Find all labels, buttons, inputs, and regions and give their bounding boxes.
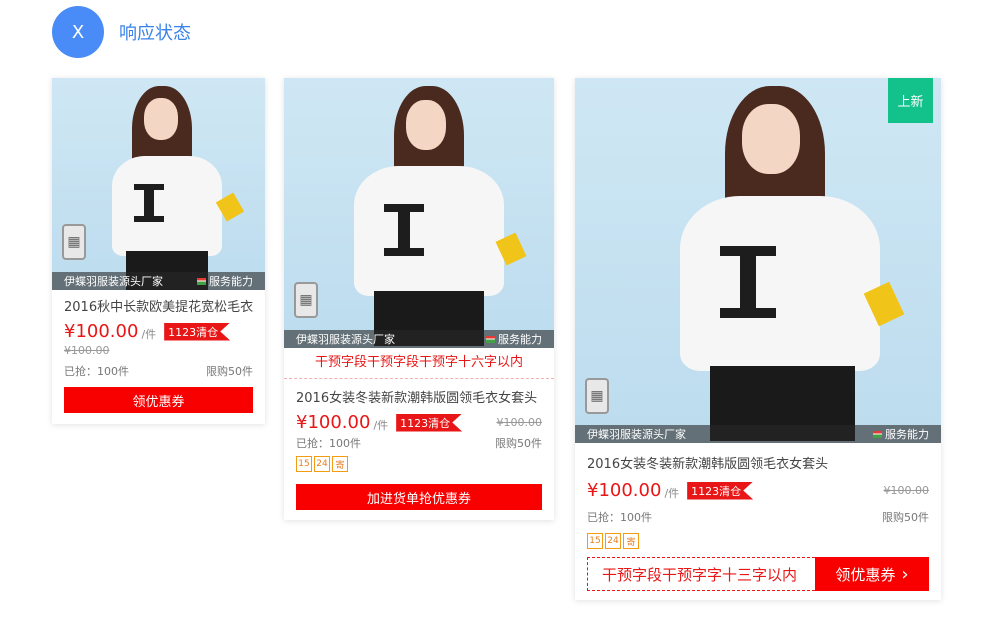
qr-phone-icon[interactable]: ▦	[585, 378, 609, 414]
coupon-combo[interactable]: 干预字段干预字字十三字以内 领优惠券 ›	[587, 557, 929, 591]
sold-count: 已抢：100件	[64, 365, 129, 378]
model-illustration	[92, 86, 252, 290]
sold-count: 已抢：100件	[296, 437, 361, 450]
purchase-limit: 限购50件	[882, 511, 929, 524]
sold-count: 已抢：100件	[587, 511, 652, 524]
price-unit: /件	[664, 487, 680, 500]
shop-bar[interactable]: 伊蝶羽服装源头厂家 服务能力	[575, 425, 941, 443]
clearance-badge: 1123清仓	[164, 322, 231, 341]
service-ability[interactable]: 服务能力	[873, 426, 929, 442]
tag-24-icon: 24	[605, 533, 621, 549]
product-image[interactable]: ▦ 伊蝶羽服装源头厂家 服务能力	[284, 78, 554, 348]
tag-15-icon: 15	[296, 456, 312, 472]
shop-bar[interactable]: 伊蝶羽服装源头厂家 服务能力	[52, 272, 265, 290]
service-tags: 15 24 寄	[296, 456, 542, 472]
product-card-large[interactable]: 上新 ▦ 伊蝶羽服装源头厂家 服务能力 2016女装冬装新款潮韩版圆领毛衣女套头…	[575, 78, 941, 600]
price: ¥100.00	[296, 412, 371, 433]
service-label: 服务能力	[209, 275, 253, 288]
service-tags: 15 24 寄	[587, 533, 929, 549]
original-price: ¥100.00	[64, 344, 110, 357]
qr-phone-icon[interactable]: ▦	[62, 224, 86, 260]
clearance-badge: 1123清仓	[396, 413, 463, 432]
service-flag-icon	[873, 430, 882, 438]
promo-notice: 干预字段干预字段干预字十六字以内	[284, 348, 554, 379]
product-card-small[interactable]: ▦ 伊蝶羽服装源头厂家 服务能力 2016秋中长款欧美提花宽松毛衣 ¥100.0…	[52, 78, 265, 424]
avatar: X	[52, 6, 104, 58]
section-title: 响应状态	[119, 23, 191, 44]
service-label: 服务能力	[885, 428, 929, 441]
model-illustration	[660, 86, 920, 441]
product-name[interactable]: 2016女装冬装新款潮韩版圆领毛衣女套头	[296, 387, 542, 406]
price-unit: /件	[373, 419, 389, 432]
chevron-right-icon: ›	[901, 563, 909, 585]
tag-15-icon: 15	[587, 533, 603, 549]
clearance-badge: 1123清仓	[687, 481, 754, 500]
section-header: X 响应状态	[52, 6, 191, 58]
tag-mail-icon: 寄	[623, 533, 639, 549]
price: ¥100.00	[64, 321, 139, 342]
product-image[interactable]: ▦ 伊蝶羽服装源头厂家 服务能力	[52, 78, 265, 290]
shop-bar[interactable]: 伊蝶羽服装源头厂家 服务能力	[284, 330, 554, 348]
get-coupon-button[interactable]: 领优惠券	[64, 387, 253, 413]
original-price: ¥100.00	[496, 416, 543, 429]
product-name[interactable]: 2016秋中长款欧美提花宽松毛衣	[64, 296, 253, 315]
shop-name[interactable]: 伊蝶羽服装源头厂家	[587, 426, 686, 442]
model-illustration	[334, 86, 534, 346]
service-flag-icon	[486, 335, 495, 343]
coupon-button-label: 领优惠券	[835, 565, 896, 584]
price-unit: /件	[141, 328, 157, 341]
price: ¥100.00	[587, 480, 662, 501]
service-ability[interactable]: 服务能力	[486, 331, 542, 347]
service-ability[interactable]: 服务能力	[197, 273, 253, 289]
service-label: 服务能力	[498, 333, 542, 346]
tag-mail-icon: 寄	[332, 456, 348, 472]
tag-24-icon: 24	[314, 456, 330, 472]
product-name[interactable]: 2016女装冬装新款潮韩版圆领毛衣女套头	[587, 453, 929, 472]
coupon-promo-text[interactable]: 干预字段干预字字十三字以内	[587, 557, 815, 591]
qr-phone-icon[interactable]: ▦	[294, 282, 318, 318]
purchase-limit: 限购50件	[495, 437, 542, 450]
shop-name[interactable]: 伊蝶羽服装源头厂家	[64, 273, 163, 289]
add-to-cart-coupon-button[interactable]: 加进货单抢优惠券	[296, 484, 542, 510]
product-image[interactable]: 上新 ▦ 伊蝶羽服装源头厂家 服务能力	[575, 78, 941, 443]
service-flag-icon	[197, 277, 206, 285]
purchase-limit: 限购50件	[206, 365, 253, 378]
shop-name[interactable]: 伊蝶羽服装源头厂家	[296, 331, 395, 347]
original-price: ¥100.00	[883, 484, 930, 497]
product-card-medium[interactable]: ▦ 伊蝶羽服装源头厂家 服务能力 干预字段干预字段干预字十六字以内 2016女装…	[284, 78, 554, 520]
get-coupon-button[interactable]: 领优惠券 ›	[815, 557, 929, 591]
new-arrival-ribbon: 上新	[888, 78, 933, 123]
